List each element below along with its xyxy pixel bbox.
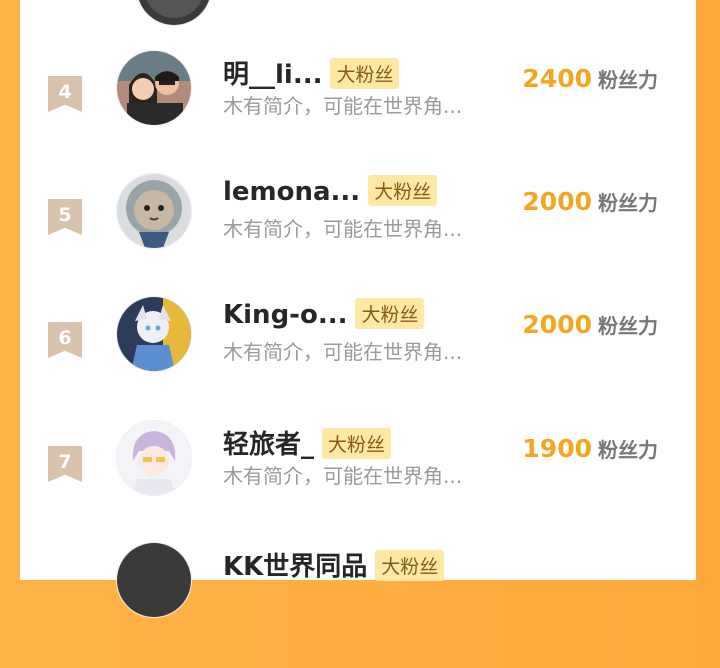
list-item[interactable]: 6 King-o... 大粉丝 木有简介，可能在世界角... 2000 粉丝力 [20,296,696,422]
avatar[interactable] [116,420,192,496]
fan-level-badge: 大粉丝 [322,428,392,459]
avatar[interactable] [136,0,212,26]
avatar[interactable] [116,173,192,249]
user-bio: 木有简介，可能在世界角... [223,464,463,488]
avatar[interactable] [116,50,192,126]
rank-badge: 4 [48,76,82,112]
avatar[interactable] [116,542,192,618]
fan-level-badge: 大粉丝 [368,175,438,206]
fan-level-badge: 大粉丝 [375,550,445,581]
list-item[interactable]: 5 lemona... 大粉丝 木有简介，可能在世界角... 2000 粉丝力 [20,173,696,299]
fan-power-score: 2000 粉丝力 [522,187,658,216]
fan-power-score: 2400 粉丝力 [522,64,658,93]
rank-badge: 5 [48,199,82,235]
list-item[interactable]: 4 明__li... 大粉丝 木有简介，可能在世界角... 2400 粉丝力 [20,50,696,176]
fan-power-score: 2000 粉丝力 [522,310,658,339]
fan-level-badge: 大粉丝 [355,298,425,329]
user-name[interactable]: 轻旅者_ 大粉丝 [223,424,392,461]
list-item[interactable]: KK世界同品 大粉丝 [20,542,696,668]
fan-power-score: 1900 粉丝力 [522,434,658,463]
fan-level-badge: 大粉丝 [330,58,400,89]
user-name[interactable]: KK世界同品 大粉丝 [223,546,445,583]
user-bio: 木有简介，可能在世界角... [223,340,463,364]
user-name[interactable]: lemona... 大粉丝 [223,175,438,208]
user-name[interactable]: 明__li... 大粉丝 [223,54,400,91]
fan-ranking-panel: 4 明__li...大粉丝 木有简介，可能在世界角... 2400粉丝力 5 [20,0,696,618]
rank-badge: 6 [48,322,82,358]
user-name[interactable]: King-o... 大粉丝 [223,298,425,331]
rank-badge: 7 [48,446,82,482]
user-bio: 木有简介，可能在世界角... [223,94,463,118]
avatar[interactable] [116,296,192,372]
user-bio: 木有简介，可能在世界角... [223,217,463,241]
list-item[interactable]: 7 轻旅者_ 大粉丝 木有简介，可能在世界角... 1900 粉丝力 [20,420,696,546]
